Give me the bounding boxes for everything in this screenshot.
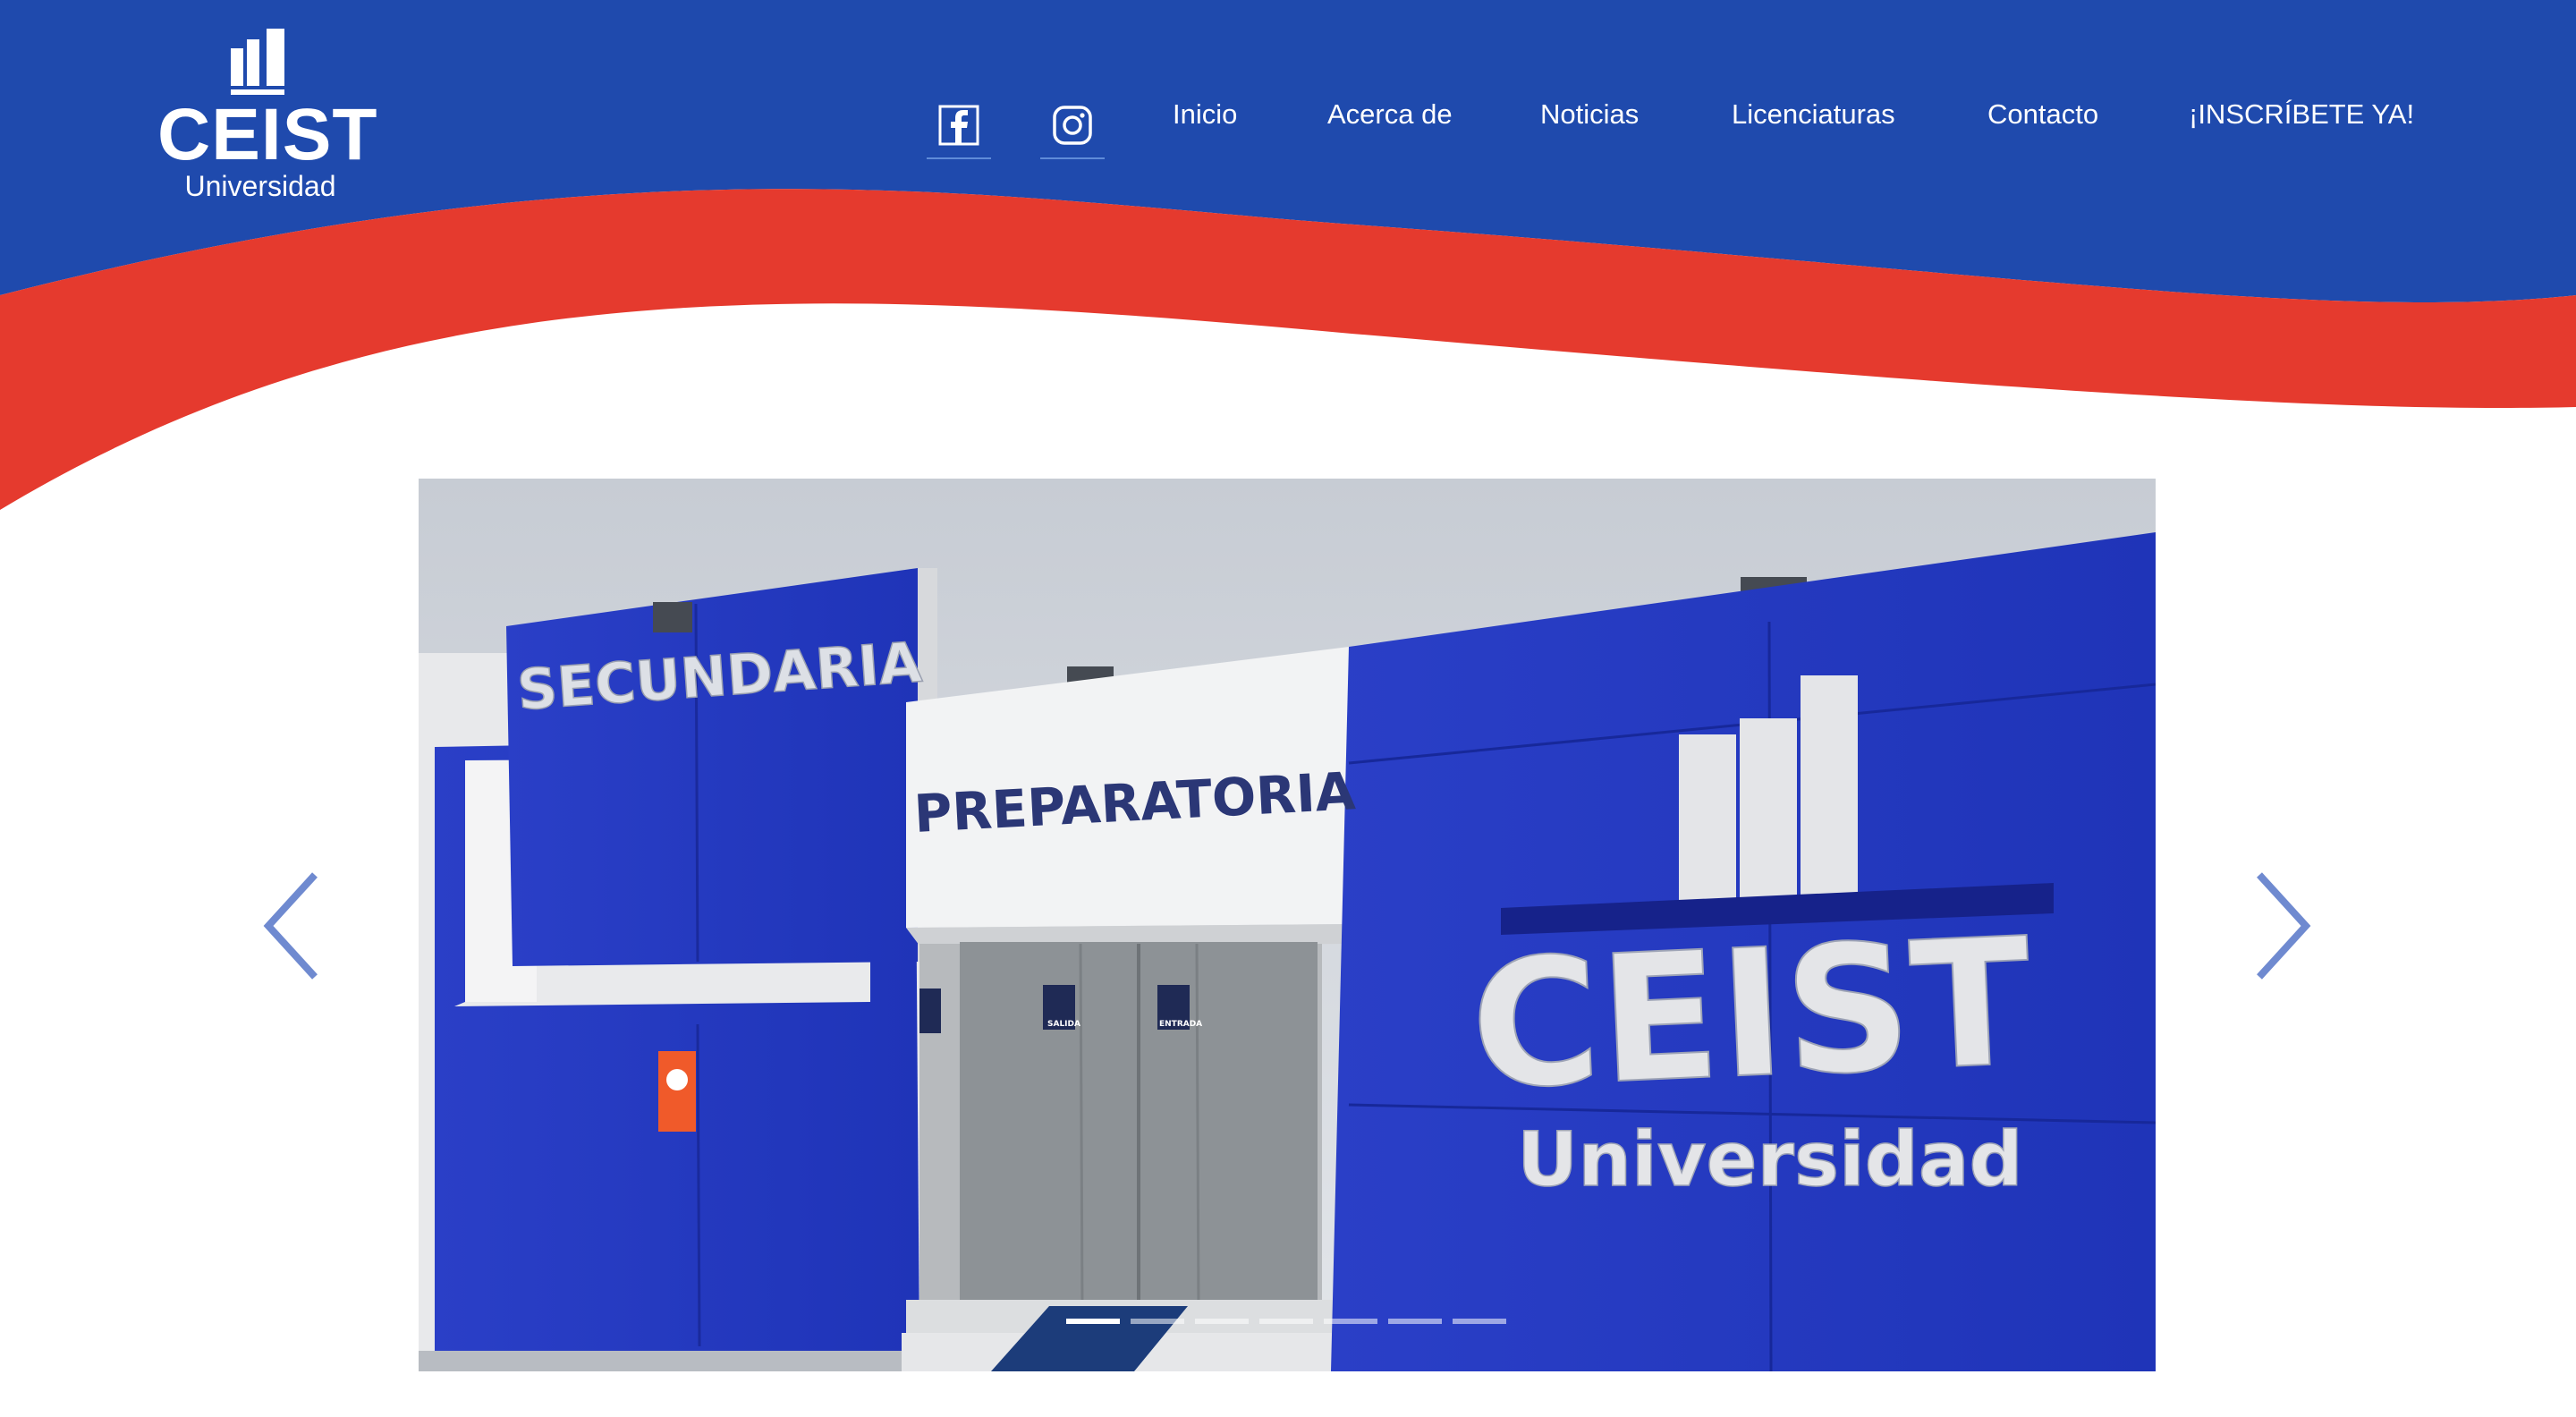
slider-next-arrow-icon[interactable]: [2247, 870, 2315, 982]
svg-text:ENTRADA: ENTRADA: [1159, 1020, 1202, 1029]
slider-prev-arrow-icon[interactable]: [259, 870, 327, 982]
slider-dot[interactable]: [1131, 1319, 1184, 1324]
facebook-icon: [938, 105, 979, 146]
logo-bars-icon: [231, 29, 284, 95]
header-wave-background: [0, 0, 2576, 511]
logo-subtitle: Universidad: [184, 170, 336, 202]
nav-noticias[interactable]: Noticias: [1540, 97, 1639, 132]
svg-text:Universidad: Universidad: [1517, 1116, 2023, 1203]
logo-wordmark: CEIST: [157, 94, 378, 175]
nav-inscribete[interactable]: ¡INSCRÍBETE YA!: [2189, 97, 2414, 132]
instagram-link[interactable]: [1040, 97, 1105, 159]
slider-dot[interactable]: [1259, 1319, 1313, 1324]
instagram-icon: [1053, 106, 1092, 145]
slider-dot[interactable]: [1453, 1319, 1506, 1324]
slider-dot[interactable]: [1388, 1319, 1442, 1324]
svg-text:SALIDA: SALIDA: [1047, 1020, 1080, 1029]
site-logo[interactable]: CEIST Universidad: [157, 29, 378, 208]
slider-pagination: [1066, 1319, 1506, 1324]
slider-dot[interactable]: [1066, 1319, 1120, 1324]
nav-contacto[interactable]: Contacto: [1987, 97, 2098, 132]
hero-slider[interactable]: SECUNDARIA PREPARATORIA CEIST Universida…: [419, 479, 2156, 1371]
facebook-link[interactable]: [927, 97, 991, 159]
slider-dot[interactable]: [1324, 1319, 1377, 1324]
svg-text:CEIST: CEIST: [1467, 901, 2035, 1129]
slide-image-building: SECUNDARIA PREPARATORIA CEIST Universida…: [419, 479, 2156, 1371]
nav-inicio[interactable]: Inicio: [1173, 97, 1237, 132]
nav-acerca-de[interactable]: Acerca de: [1327, 97, 1453, 132]
nav-licenciaturas[interactable]: Licenciaturas: [1732, 97, 1895, 132]
slider-dot[interactable]: [1195, 1319, 1249, 1324]
